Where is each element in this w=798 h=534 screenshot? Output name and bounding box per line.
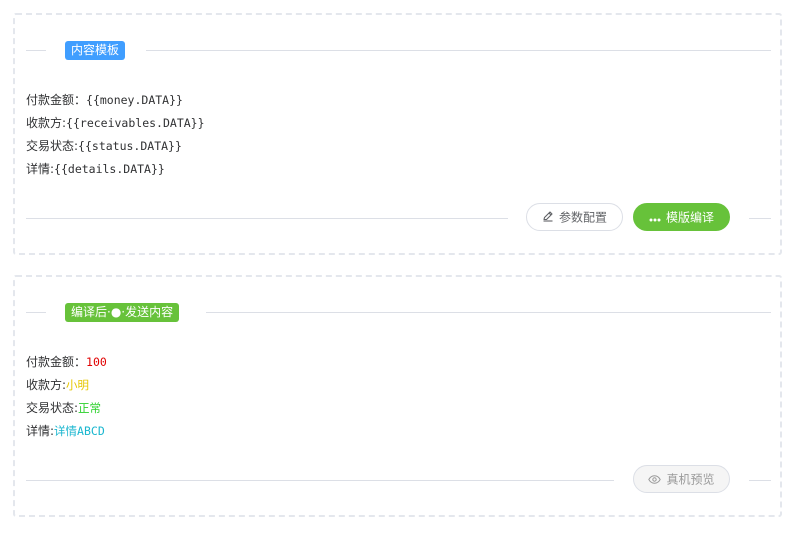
compiled-line-details: 详情:详情ABCD: [26, 420, 107, 443]
line-key: 付款金额：: [26, 93, 87, 107]
config-button[interactable]: 参数配置: [526, 203, 623, 231]
preview-button[interactable]: 真机预览: [633, 465, 730, 493]
line-value: {{status.DATA}}: [78, 139, 182, 153]
line-key: 详情:: [26, 162, 55, 176]
line-key: 交易状态:: [26, 401, 79, 415]
template-line-receivables: 收款方:{{receivables.DATA}}: [26, 112, 205, 135]
tag-divider-right: [206, 312, 771, 313]
line-value: {{receivables.DATA}}: [66, 116, 205, 130]
template-content: 付款金额：{{money.DATA}} 收款方:{{receivables.DA…: [26, 89, 205, 181]
footer-divider-right: [749, 480, 771, 481]
line-key: 收款方:: [26, 378, 67, 392]
template-tag: 内容模板: [65, 41, 126, 60]
line-value: 100: [86, 355, 107, 369]
line-value: 小明: [66, 378, 90, 392]
template-line-status: 交易状态:{{status.DATA}}: [26, 135, 205, 158]
line-value: 正常: [78, 401, 102, 415]
footer-divider-left: [26, 480, 614, 481]
compiled-line-status: 交易状态:正常: [26, 397, 107, 420]
tag-divider-left: [26, 312, 46, 313]
tag-divider-right: [146, 50, 771, 51]
template-line-details: 详情:{{details.DATA}}: [26, 158, 205, 181]
line-key: 详情:: [26, 424, 55, 438]
compiled-panel: 编译后·●·发送内容 付款金额：100 收款方:小明 交易状态:正常 详情:详情…: [13, 275, 782, 517]
compiled-tag: 编译后·●·发送内容: [65, 303, 180, 322]
template-panel: 内容模板 付款金额：{{money.DATA}} 收款方:{{receivabl…: [13, 13, 782, 255]
tag-divider-left: [26, 50, 46, 51]
footer-divider-right: [749, 218, 771, 219]
compiled-line-receivables: 收款方:小明: [26, 374, 107, 397]
compiled-content: 付款金额：100 收款方:小明 交易状态:正常 详情:详情ABCD: [26, 351, 107, 443]
line-key: 付款金额：: [26, 355, 87, 369]
preview-button-label: 真机预览: [666, 472, 715, 487]
line-key: 交易状态:: [26, 139, 79, 153]
config-button-label: 参数配置: [558, 210, 607, 225]
footer-divider-left: [26, 218, 508, 219]
line-key: 收款方:: [26, 116, 67, 130]
more-dots-icon: [649, 205, 661, 231]
line-value: {{money.DATA}}: [86, 93, 183, 107]
eye-icon: [648, 467, 662, 493]
compile-button-label: 模版编译: [665, 210, 714, 225]
line-value: {{details.DATA}}: [54, 162, 165, 176]
compile-button[interactable]: 模版编译: [633, 203, 730, 231]
template-line-money: 付款金额：{{money.DATA}}: [26, 89, 205, 112]
compiled-line-money: 付款金额：100: [26, 351, 107, 374]
line-value: 详情ABCD: [54, 424, 105, 438]
edit-pencil-icon: [542, 205, 554, 231]
